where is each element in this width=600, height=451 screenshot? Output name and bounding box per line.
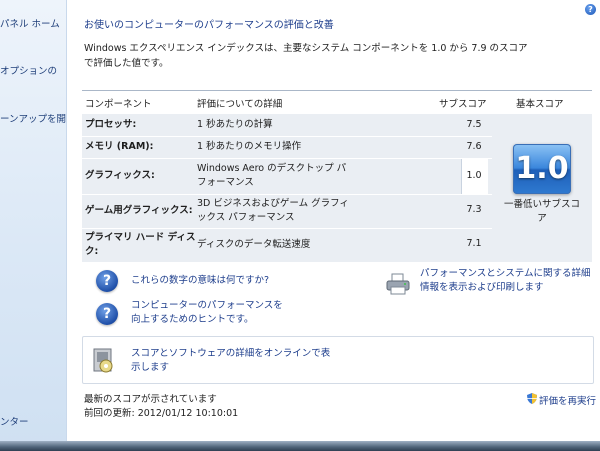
- online-details-link[interactable]: スコアとソフトウェアの詳細をオンラインで表示します: [131, 347, 331, 375]
- question-icon[interactable]: ?: [96, 270, 118, 292]
- sidebar-link-cleanup[interactable]: ーンアップを開: [0, 111, 66, 125]
- uac-shield-icon[interactable]: [527, 393, 537, 404]
- table-top-divider: [82, 90, 592, 91]
- column-header-detail: 評価についての詳細: [197, 99, 283, 110]
- row-gaming-graphics-detail: 3D ビジネスおよびゲーム グラフィックス パフォーマンス: [197, 198, 349, 223]
- row-gaming-graphics-name: ゲーム用グラフィックス:: [85, 205, 193, 216]
- row-memory-name: メモリ (RAM):: [85, 141, 154, 152]
- row-divider: [82, 136, 492, 137]
- taskbar-edge: [0, 441, 600, 451]
- row-graphics-name: グラフィックス:: [85, 170, 155, 181]
- row-divider: [82, 194, 492, 195]
- row-graphics-detail: Windows Aero のデスクトップ パフォーマンス: [197, 163, 347, 188]
- table-body: プロセッサ: 1 秒あたりの計算 7.5 メモリ (RAM): 1 秒あたりのメ…: [82, 114, 492, 262]
- row-memory-detail: 1 秒あたりのメモリ操作: [197, 141, 302, 152]
- row-processor-detail: 1 秒あたりの計算: [197, 119, 273, 130]
- sidebar-link-center[interactable]: ンター: [0, 414, 29, 428]
- navigation-pane: パネル ホーム オプションの ーンアップを開 ンター: [0, 0, 67, 451]
- row-graphics-score: 1.0: [466, 170, 482, 181]
- sidebar-link-control-panel-home[interactable]: パネル ホーム: [0, 16, 60, 30]
- row-processor-name: プロセッサ:: [85, 119, 137, 130]
- row-disk-detail: ディスクのデータ転送速度: [197, 239, 311, 250]
- row-disk-score: 7.1: [466, 238, 482, 249]
- base-score-caption: 一番低いサブスコア: [503, 199, 580, 224]
- base-score-badge: 1.0: [513, 144, 571, 194]
- row-memory-score: 7.6: [466, 141, 482, 152]
- print-details-link[interactable]: パフォーマンスとシステムに関する詳細情報を表示および印刷します: [420, 267, 592, 295]
- column-header-basescore: 基本スコア: [516, 99, 564, 110]
- printer-icon[interactable]: [385, 273, 411, 295]
- current-score-status: 最新のスコアが示されています: [84, 394, 217, 405]
- question-icon[interactable]: ?: [96, 303, 118, 325]
- page-title: お使いのコンピューターのパフォーマンスの評価と改善: [84, 20, 334, 31]
- row-divider: [82, 228, 492, 229]
- online-details-box[interactable]: スコアとソフトウェアの詳細をオンラインで表示します: [82, 336, 594, 384]
- last-update-timestamp: 前回の更新: 2012/01/12 10:10:01: [84, 408, 239, 419]
- score-table: コンポーネント 評価についての詳細 サブスコア 基本スコア プロセッサ: 1 秒…: [82, 90, 592, 262]
- rerun-assessment-link[interactable]: 評価を再実行: [539, 393, 596, 407]
- software-box-icon: [93, 348, 113, 373]
- base-score-panel: 1.0 一番低いサブスコア: [492, 114, 592, 262]
- row-disk-name: プライマリ ハード ディスク:: [85, 232, 196, 257]
- row-processor-score: 7.5: [466, 119, 482, 130]
- help-icon[interactable]: ?: [585, 4, 596, 15]
- status-area: 最新のスコアが示されています 前回の更新: 2012/01/12 10:10:0…: [84, 393, 238, 421]
- sidebar-link-options[interactable]: オプションの: [0, 63, 57, 77]
- improve-tips-link[interactable]: コンピューターのパフォーマンスを向上するためのヒントです。: [131, 299, 291, 327]
- column-header-component: コンポーネント: [85, 99, 152, 110]
- numbers-meaning-link[interactable]: これらの数字の意味は何ですか?: [131, 274, 269, 288]
- column-header-subscore: サブスコア: [439, 99, 487, 110]
- row-divider: [82, 158, 492, 159]
- page-description: Windows エクスペリエンス インデックスは、主要なシステム コンポーネント…: [84, 43, 528, 69]
- row-gaming-graphics-score: 7.3: [466, 204, 482, 215]
